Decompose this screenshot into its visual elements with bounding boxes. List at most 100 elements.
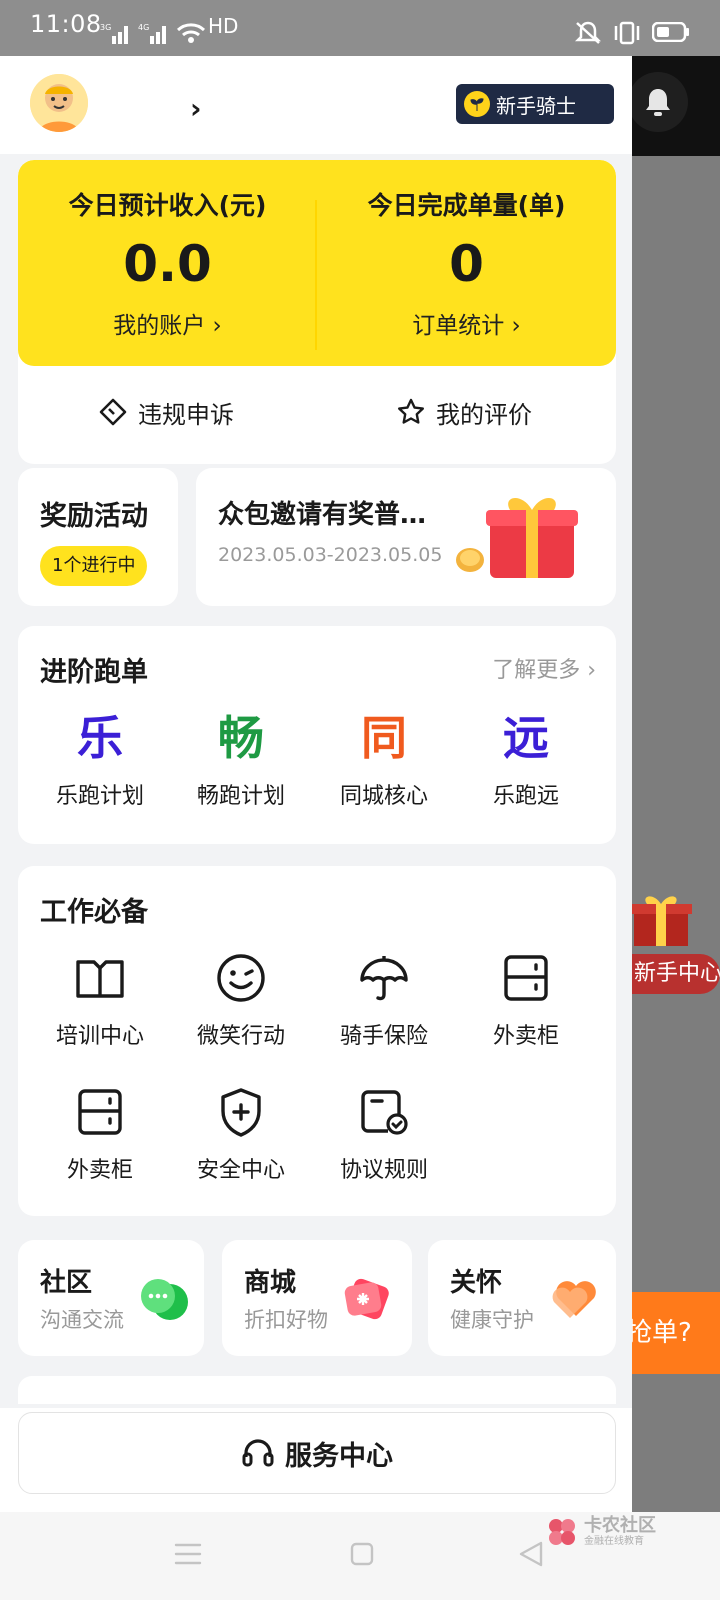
- recent-apps-icon[interactable]: [174, 1542, 202, 1566]
- invite-title: 众包邀请有奖普…: [218, 500, 427, 530]
- happy-far-glyph: 远: [503, 711, 549, 765]
- safety-center-label: 安全中心: [196, 1158, 285, 1183]
- city-core-label: 同城核心: [339, 784, 428, 809]
- work-title: 工作必备: [40, 897, 148, 928]
- city-core-glyph: 同: [361, 711, 407, 765]
- work-essentials-card: 工作必备 培训中心 微笑行动 骑手保险 外卖柜 外卖柜 安全中心 协议规则: [18, 866, 616, 1216]
- happy-far-label: 乐跑远: [492, 784, 559, 809]
- today-orders: 今日完成单量(单) 0 订单统计 ›: [317, 186, 616, 340]
- avatar[interactable]: [30, 74, 88, 132]
- violation-appeal-label: 违规申诉: [138, 400, 234, 429]
- home-icon[interactable]: [350, 1542, 374, 1566]
- mall-title: 商城: [244, 1268, 297, 1298]
- tool-locker-2[interactable]: 外卖柜: [30, 1084, 170, 1184]
- learn-more-link[interactable]: 了解更多 ›: [492, 652, 596, 684]
- tool-safety-center[interactable]: 安全中心: [171, 1084, 311, 1184]
- hd-indicator: HD: [208, 14, 239, 38]
- adv-item-happy-run[interactable]: 乐 乐跑计划: [30, 710, 170, 810]
- headset-icon: [242, 1439, 274, 1467]
- service-center-label: 服务中心: [285, 1440, 393, 1472]
- smile-action-label: 微笑行动: [196, 1024, 285, 1049]
- sprout-icon: [464, 91, 490, 117]
- my-account-link[interactable]: 我的账户 ›: [18, 306, 317, 340]
- battery-icon: [652, 22, 689, 42]
- care-sub: 健康守护: [450, 1308, 534, 1332]
- signal-4g-icon: 4G: [138, 23, 166, 44]
- community-card[interactable]: 社区 沟通交流: [18, 1240, 204, 1356]
- chat-bubbles-icon: [141, 1279, 188, 1320]
- community-sub: 沟通交流: [40, 1308, 124, 1332]
- hidden-card-peek: [18, 1376, 616, 1404]
- invite-banner[interactable]: 众包邀请有奖普… 2023.05.03-2023.05.05: [196, 468, 616, 606]
- star-icon: [398, 398, 424, 424]
- svg-text:4G: 4G: [138, 23, 149, 32]
- tool-agreement-rules[interactable]: 协议规则: [314, 1084, 454, 1184]
- profile-header: › 新手骑士: [0, 56, 632, 154]
- advanced-running-card: 进阶跑单 了解更多 › 乐 乐跑计划 畅 畅跑计划 同 同城核心 远 乐跑远: [18, 626, 616, 844]
- back-icon[interactable]: [518, 1540, 544, 1568]
- heart-icon: [552, 1281, 596, 1318]
- my-review-label: 我的评价: [436, 400, 532, 429]
- happy-run-label: 乐跑计划: [55, 784, 144, 809]
- bell-icon[interactable]: [628, 72, 688, 132]
- reward-badge: 1个进行中: [40, 546, 148, 586]
- status-bar: 11:08 3G 4G HD: [0, 0, 720, 56]
- vibrate-icon: [614, 21, 640, 45]
- shield-plus-icon: [221, 1088, 261, 1137]
- locker-icon: [504, 955, 548, 1001]
- locker-icon: [78, 1089, 122, 1135]
- mall-card[interactable]: 商城 折扣好物: [222, 1240, 412, 1356]
- violation-appeal-button[interactable]: 违规申诉: [98, 392, 234, 432]
- smooth-run-label: 畅跑计划: [196, 784, 285, 809]
- mute-icon: [574, 21, 602, 44]
- care-title: 关怀: [450, 1268, 503, 1298]
- care-card[interactable]: 关怀 健康守护: [428, 1240, 616, 1356]
- watermark: 卡农社区 金融在线教育: [546, 1512, 656, 1552]
- watermark-name: 卡农社区: [584, 1515, 656, 1536]
- today-income-value: 0.0: [123, 235, 212, 293]
- signal-3g-icon: 3G: [100, 23, 128, 44]
- book-icon: [76, 960, 124, 998]
- grab-order-banner[interactable]: 抢单?: [620, 1292, 720, 1374]
- tool-smile-action[interactable]: 微笑行动: [171, 950, 311, 1050]
- side-drawer: › 新手骑士 今日预计收入(元) 0.0 我的账户 › 今日完成单量(单) 0 …: [0, 56, 632, 1512]
- advanced-title: 进阶跑单: [40, 657, 148, 688]
- service-center-button[interactable]: 服务中心: [18, 1412, 616, 1494]
- tool-rider-insurance[interactable]: 骑手保险: [314, 950, 454, 1050]
- umbrella-icon: [360, 956, 408, 1001]
- smooth-run-glyph: 畅: [218, 711, 264, 765]
- watermark-logo-icon: [549, 1519, 575, 1545]
- adv-item-city-core[interactable]: 同 同城核心: [314, 710, 454, 810]
- my-review-button[interactable]: 我的评价: [396, 392, 532, 432]
- mall-sub: 折扣好物: [244, 1308, 328, 1332]
- tool-locker-1[interactable]: 外卖柜: [456, 950, 596, 1050]
- income-card: 今日预计收入(元) 0.0 我的账户 › 今日完成单量(单) 0 订单统计 › …: [18, 160, 616, 464]
- gift-box-icon: [456, 497, 578, 578]
- happy-run-glyph: 乐: [77, 711, 123, 765]
- document-check-icon: [361, 1090, 408, 1135]
- invite-date: 2023.05.03-2023.05.05: [218, 544, 443, 566]
- adv-item-happy-far[interactable]: 远 乐跑远: [456, 710, 596, 810]
- profile-chevron-icon[interactable]: ›: [190, 92, 202, 125]
- today-orders-value: 0: [449, 235, 484, 293]
- status-time: 11:08: [30, 10, 102, 38]
- wifi-icon: [176, 23, 206, 43]
- reward-activity-card[interactable]: 奖励活动 1个进行中: [18, 468, 178, 606]
- training-center-label: 培训中心: [55, 1024, 144, 1049]
- rider-level-badge[interactable]: 新手骑士: [456, 84, 614, 124]
- today-orders-label: 今日完成单量(单): [367, 191, 566, 220]
- adv-item-smooth-run[interactable]: 畅 畅跑计划: [171, 710, 311, 810]
- gift-icon: [628, 890, 700, 950]
- rider-insurance-label: 骑手保险: [339, 1024, 428, 1049]
- reward-title: 奖励活动: [40, 501, 148, 532]
- smile-icon: [217, 954, 265, 1002]
- watermark-tagline: 金融在线教育: [584, 1536, 644, 1547]
- appeal-icon: [99, 398, 127, 426]
- svg-text:3G: 3G: [100, 23, 111, 32]
- today-income-label: 今日预计收入(元): [68, 191, 267, 220]
- tool-training-center[interactable]: 培训中心: [30, 950, 170, 1050]
- locker-label-2: 外卖柜: [66, 1158, 133, 1183]
- order-stats-link[interactable]: 订单统计 ›: [317, 306, 616, 340]
- income-summary: 今日预计收入(元) 0.0 我的账户 › 今日完成单量(单) 0 订单统计 ›: [18, 160, 616, 366]
- today-income: 今日预计收入(元) 0.0 我的账户 ›: [18, 186, 317, 340]
